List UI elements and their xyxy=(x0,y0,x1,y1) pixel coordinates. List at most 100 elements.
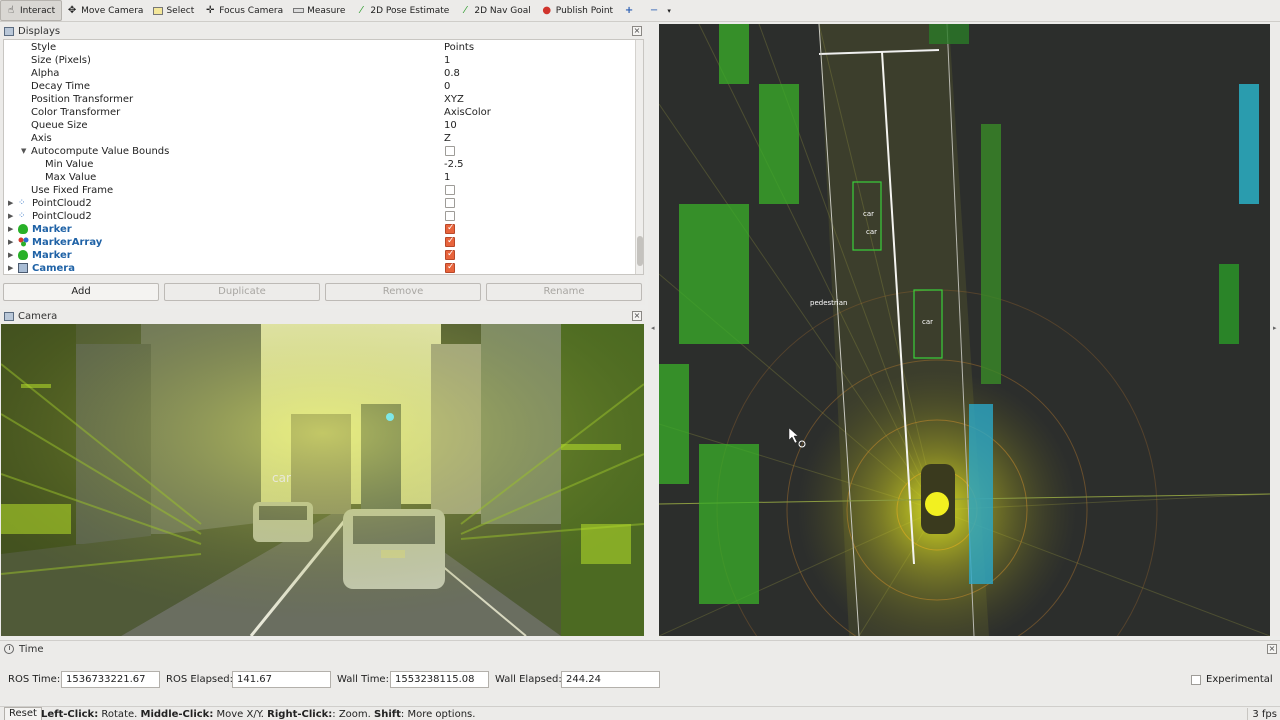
publish-point-tool-button[interactable]: ● Publish Point xyxy=(537,1,619,21)
status-hint: Left-Click: Rotate. Middle-Click: Move X… xyxy=(41,709,476,720)
remove-tool-button[interactable]: − ▾ xyxy=(644,1,684,21)
chevron-left-icon: ◂ xyxy=(651,324,655,332)
property-row[interactable]: Position Transformer XYZ xyxy=(4,93,634,106)
chevron-down-icon: ▾ xyxy=(667,6,671,15)
pointcloud-icon: ⁘ xyxy=(18,211,26,221)
rename-button[interactable]: Rename xyxy=(486,283,642,301)
camera-panel-header: Camera × xyxy=(0,309,645,324)
add-button[interactable]: Add xyxy=(3,283,159,301)
object-label-car: car xyxy=(863,210,875,218)
camera-image-view[interactable]: car xyxy=(1,324,644,636)
status-bar: Reset Left-Click: Rotate. Middle-Click: … xyxy=(0,706,1280,720)
wall-elapsed-label: Wall Elapsed: xyxy=(495,674,562,685)
map-pin-icon: ● xyxy=(542,4,552,16)
property-row[interactable]: Min Value -2.5 xyxy=(4,158,634,171)
property-row[interactable]: Use Fixed Frame xyxy=(4,184,634,197)
select-tool-button[interactable]: Select xyxy=(149,1,200,21)
camera-panel: Camera × car xyxy=(0,309,645,637)
display-enabled-checkbox[interactable] xyxy=(445,235,455,248)
display-item-marker[interactable]: ▶ Marker xyxy=(4,248,634,262)
main-toolbar: ☝ Interact ✥ Move Camera Select ✛ Focus … xyxy=(0,0,1280,22)
property-row[interactable]: Size (Pixels) 1 xyxy=(4,54,634,67)
minus-icon: − xyxy=(649,4,659,16)
experimental-label: Experimental xyxy=(1206,674,1273,685)
property-row[interactable]: Alpha 0.8 xyxy=(4,67,634,80)
displays-panel: Displays × Style Points Size (Pixels) 1 Al… xyxy=(0,24,645,305)
close-icon[interactable]: × xyxy=(632,311,642,321)
measure-tool-button[interactable]: Measure xyxy=(289,1,351,21)
use-fixed-frame-checkbox[interactable] xyxy=(445,185,455,195)
remove-button[interactable]: Remove xyxy=(325,283,481,301)
property-row[interactable]: Max Value 1 xyxy=(4,171,634,184)
panel-splitter[interactable]: ◂ xyxy=(648,24,658,636)
property-row[interactable]: Decay Time 0 xyxy=(4,80,634,93)
right-dock-collapse[interactable]: ▸ xyxy=(1270,24,1280,636)
marker-icon xyxy=(18,250,28,260)
2d-pose-estimate-tool-button[interactable]: ⁄ 2D Pose Estimate xyxy=(351,1,455,21)
displays-scrollbar[interactable] xyxy=(635,40,643,274)
object-label-pedestrian: pedestrian xyxy=(810,299,848,307)
object-label-car: car xyxy=(922,318,934,326)
wall-time-field[interactable]: 1553238115.08 xyxy=(390,671,489,688)
select-box-icon xyxy=(153,6,164,15)
property-row[interactable]: Axis Z xyxy=(4,132,634,145)
property-row[interactable]: Style Points xyxy=(4,41,634,54)
ros-time-field[interactable]: 1536733221.67 xyxy=(61,671,160,688)
camera-icon xyxy=(18,263,28,273)
add-tool-button[interactable]: + xyxy=(619,1,644,21)
chevron-right-icon: ▸ xyxy=(1273,324,1277,332)
hand-pointer-icon: ☝ xyxy=(7,4,15,16)
marker-array-icon xyxy=(18,237,29,247)
expand-arrow-icon[interactable]: ▶ xyxy=(8,249,13,262)
display-enabled-checkbox[interactable] xyxy=(445,261,455,274)
interact-tool-button[interactable]: ☝ Interact xyxy=(0,0,63,21)
time-panel-title: Time xyxy=(19,643,44,655)
ruler-icon xyxy=(293,8,305,13)
2d-nav-goal-tool-button[interactable]: ⁄ 2D Nav Goal xyxy=(455,1,536,21)
display-item-marker[interactable]: ▶ Marker xyxy=(4,222,634,236)
displays-panel-header: Displays × xyxy=(0,24,645,39)
marker-icon xyxy=(18,224,28,234)
display-item-markerarray[interactable]: ▶ MarkerArray xyxy=(4,235,634,249)
expand-arrow-icon[interactable]: ▼ xyxy=(21,145,26,158)
render-3d-view[interactable]: car car car pedestrian xyxy=(659,24,1270,636)
display-enabled-checkbox[interactable] xyxy=(445,248,455,261)
wall-elapsed-field[interactable]: 244.24 xyxy=(561,671,660,688)
camera-image xyxy=(1,324,644,636)
monitor-icon xyxy=(4,27,14,36)
display-item-camera[interactable]: ▶ Camera xyxy=(4,261,634,274)
autocompute-checkbox[interactable] xyxy=(445,146,455,156)
display-item-pointcloud2[interactable]: ▶ ⁘ PointCloud2 xyxy=(4,210,634,223)
display-enabled-checkbox[interactable] xyxy=(445,222,455,235)
expand-arrow-icon[interactable]: ▶ xyxy=(8,223,13,236)
duplicate-button[interactable]: Duplicate xyxy=(164,283,320,301)
pointcloud-icon: ⁘ xyxy=(18,198,26,208)
expand-arrow-icon[interactable]: ▶ xyxy=(8,210,13,223)
ros-elapsed-field[interactable]: 141.67 xyxy=(232,671,331,688)
reset-button[interactable]: Reset xyxy=(4,707,42,720)
scrollbar-thumb[interactable] xyxy=(637,236,643,266)
expand-arrow-icon[interactable]: ▶ xyxy=(8,236,13,249)
property-row[interactable]: Queue Size 10 xyxy=(4,119,634,132)
lidar-scene xyxy=(659,24,1270,636)
displays-tree[interactable]: Style Points Size (Pixels) 1 Alpha 0.8 Deca… xyxy=(3,39,644,275)
property-row[interactable]: Color Transformer AxisColor xyxy=(4,106,634,119)
display-item-pointcloud2[interactable]: ▶ ⁘ PointCloud2 xyxy=(4,197,634,210)
display-enabled-checkbox[interactable] xyxy=(445,198,455,208)
expand-arrow-icon[interactable]: ▶ xyxy=(8,197,13,210)
move-camera-tool-button[interactable]: ✥ Move Camera xyxy=(62,1,149,21)
clock-icon xyxy=(4,644,14,654)
close-icon[interactable]: × xyxy=(1267,644,1277,654)
expand-arrow-icon[interactable]: ▶ xyxy=(8,262,13,274)
time-panel-header: Time xyxy=(0,641,43,657)
move-camera-icon: ✥ xyxy=(67,4,77,16)
property-row[interactable]: ▼ Autocompute Value Bounds xyxy=(4,145,634,158)
ros-elapsed-label: ROS Elapsed: xyxy=(166,674,233,685)
fps-readout: 3 fps xyxy=(1247,708,1277,720)
experimental-checkbox[interactable] xyxy=(1191,675,1201,685)
crosshair-icon: ✛ xyxy=(206,4,215,16)
object-label-car: car xyxy=(866,228,878,236)
display-enabled-checkbox[interactable] xyxy=(445,211,455,221)
focus-camera-tool-button[interactable]: ✛ Focus Camera xyxy=(200,1,289,21)
close-icon[interactable]: × xyxy=(632,26,642,36)
